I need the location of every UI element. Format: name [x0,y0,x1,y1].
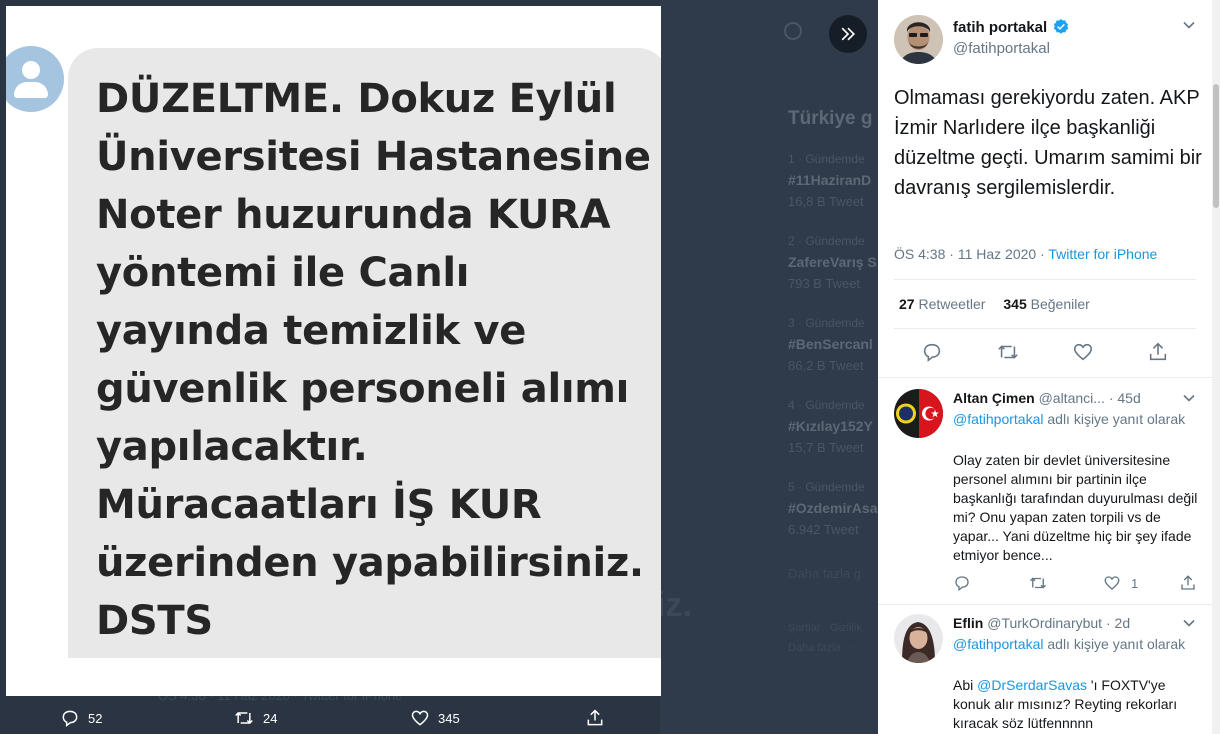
reply-retweet-button[interactable] [1028,574,1048,592]
retweet-count: 24 [263,710,278,726]
message-text: DÜZELTME. Dokuz Eylül Üniversitesi Hasta… [96,76,651,644]
scrollbar[interactable] [1212,0,1220,734]
retweet-button[interactable]: 24 [233,708,277,728]
reply-menu-button[interactable] [1182,616,1196,635]
share-icon [587,709,603,726]
heart-icon [1073,343,1093,361]
tweet-timestamp: ÖS 4:38 · 11 Haz 2020 · Twitter for iPho… [894,246,1158,262]
background-footer-more: Daha fazla ··· [788,642,855,654]
reply-icon [955,576,969,592]
author-photo-icon [894,15,943,64]
chevron-down-icon [1183,394,1195,402]
heart-icon [1104,576,1120,590]
divider [894,279,1196,280]
author-name[interactable]: fatih portakal [953,18,1070,36]
flag-avatar-icon [894,389,943,438]
share-icon [1181,575,1195,590]
reply-author-name[interactable]: Altan Çimen [953,390,1035,406]
background-trend-item: 4 · Gündemde #Kızılay152Y 15,7 B Tweet [788,398,873,455]
tweet-reply-button[interactable] [921,341,943,368]
like-count: 345 [438,710,460,726]
media-image: DÜZELTME. Dokuz Eylül Üniversitesi Hasta… [6,6,661,696]
reply-author-handle[interactable]: @altanci... [1039,390,1105,406]
tweet-stats: 27 Retweetler 345 Beğeniler [899,296,1090,312]
background-trend-item: 2 · Gündemde ZafereVarış S 793 B Tweet [788,234,877,291]
heart-icon [411,710,429,726]
reply-count: 52 [88,710,103,726]
likes-stat[interactable]: 345 Beğeniler [1003,296,1089,312]
tweet-like-button[interactable] [1072,341,1094,368]
reply-author-handle[interactable]: @TurkOrdinarybut [987,615,1102,631]
reply-menu-button[interactable] [1182,391,1196,410]
media-action-bar: 52 24 345 [0,698,660,734]
background-search-icon [784,22,802,40]
chevron-down-icon [1183,619,1195,627]
reply-like-count: 1 [1131,575,1139,591]
tweet-menu-button[interactable] [1182,18,1196,37]
reply-mention-link[interactable]: @fatihportakal [953,636,1043,652]
background-trends-title: Türkiye g [788,108,873,129]
sender-avatar-icon [6,46,64,112]
tweet-detail-panel: fatih portakal @fatihportakal Olmaması g… [878,0,1212,734]
reply-text: Olay zaten bir devlet üniversitesine per… [953,452,1198,563]
reply-avatar[interactable] [894,389,943,438]
author-handle[interactable]: @fatihportakal [953,40,1050,57]
background-trend-item: 5 · Gündemde #OzdemirAsa 6.942 Tweet [788,480,878,537]
reply-mention-link[interactable]: @DrSerdarSavas [977,677,1087,693]
message-bubble: DÜZELTME. Dokuz Eylül Üniversitesi Hasta… [68,48,661,658]
reply-like-button[interactable]: 1 [1103,574,1138,592]
reply-icon [923,343,941,362]
reply-text: Abi @DrSerdarSavas 'ı FOXTV'ye konuk alı… [953,677,1178,731]
share-button[interactable] [585,708,605,728]
reply-avatar[interactable] [894,614,943,663]
share-icon [1149,342,1167,361]
reply-actions: 1 [953,574,1203,594]
background-trend-item: 3 · Gündemde #BenSercanl 86,2 B Tweet [788,316,873,373]
background-footer-links: Şartlar · Gizlilik [788,622,862,634]
background-ghost-text: iz. [656,586,692,624]
retweet-icon [998,345,1018,359]
retweet-icon [1030,577,1046,589]
profile-photo-icon [894,614,943,663]
reply-mention-link[interactable]: @fatihportakal [953,411,1043,427]
reply-author-name[interactable]: Eflin [953,615,983,631]
tweet-retweet-button[interactable] [996,341,1020,368]
reply-header: Eflin @TurkOrdinarybut · 2d [953,615,1131,631]
background-trend-item: 1 · Gündemde #11HaziranD 16,8 B Tweet [788,152,872,209]
like-button[interactable]: 345 [410,708,460,728]
reply-header: Altan Çimen @altanci... · 45d [953,390,1141,406]
reply-share-button[interactable] [1179,574,1197,592]
reply-time[interactable]: 2d [1115,615,1131,631]
double-chevron-right-icon [841,27,856,41]
reply-time[interactable]: 45d [1117,390,1140,406]
reply-icon [62,710,78,728]
reply-button[interactable]: 52 [60,708,102,728]
scrollbar-thumb[interactable] [1213,84,1219,208]
reply-tweet[interactable]: Altan Çimen @altanci... · 45d @fatihport… [878,378,1212,604]
tweet-source-link[interactable]: Twitter for iPhone [1048,246,1157,262]
author-avatar[interactable] [894,15,943,64]
tweet-actions [878,341,1212,367]
chevron-down-icon [1183,21,1195,29]
verified-badge-icon [1054,19,1069,34]
background-show-more: Daha fazla g [788,566,861,581]
reply-context: @fatihportakal adlı kişiye yanıt olarak [953,411,1186,427]
divider [894,328,1196,329]
tweet-text: Olmaması gerekiyordu zaten. AKP İzmir Na… [894,87,1202,199]
tweet-share-button[interactable] [1147,341,1169,368]
retweets-stat[interactable]: 27 Retweetler [899,296,985,312]
reply-tweet[interactable]: Eflin @TurkOrdinarybut · 2d @fatihportak… [878,605,1212,734]
retweet-icon [235,711,253,725]
expand-panel-button[interactable] [829,15,867,53]
reply-reply-button[interactable] [953,574,971,592]
reply-context: @fatihportakal adlı kişiye yanıt olarak [953,636,1186,652]
